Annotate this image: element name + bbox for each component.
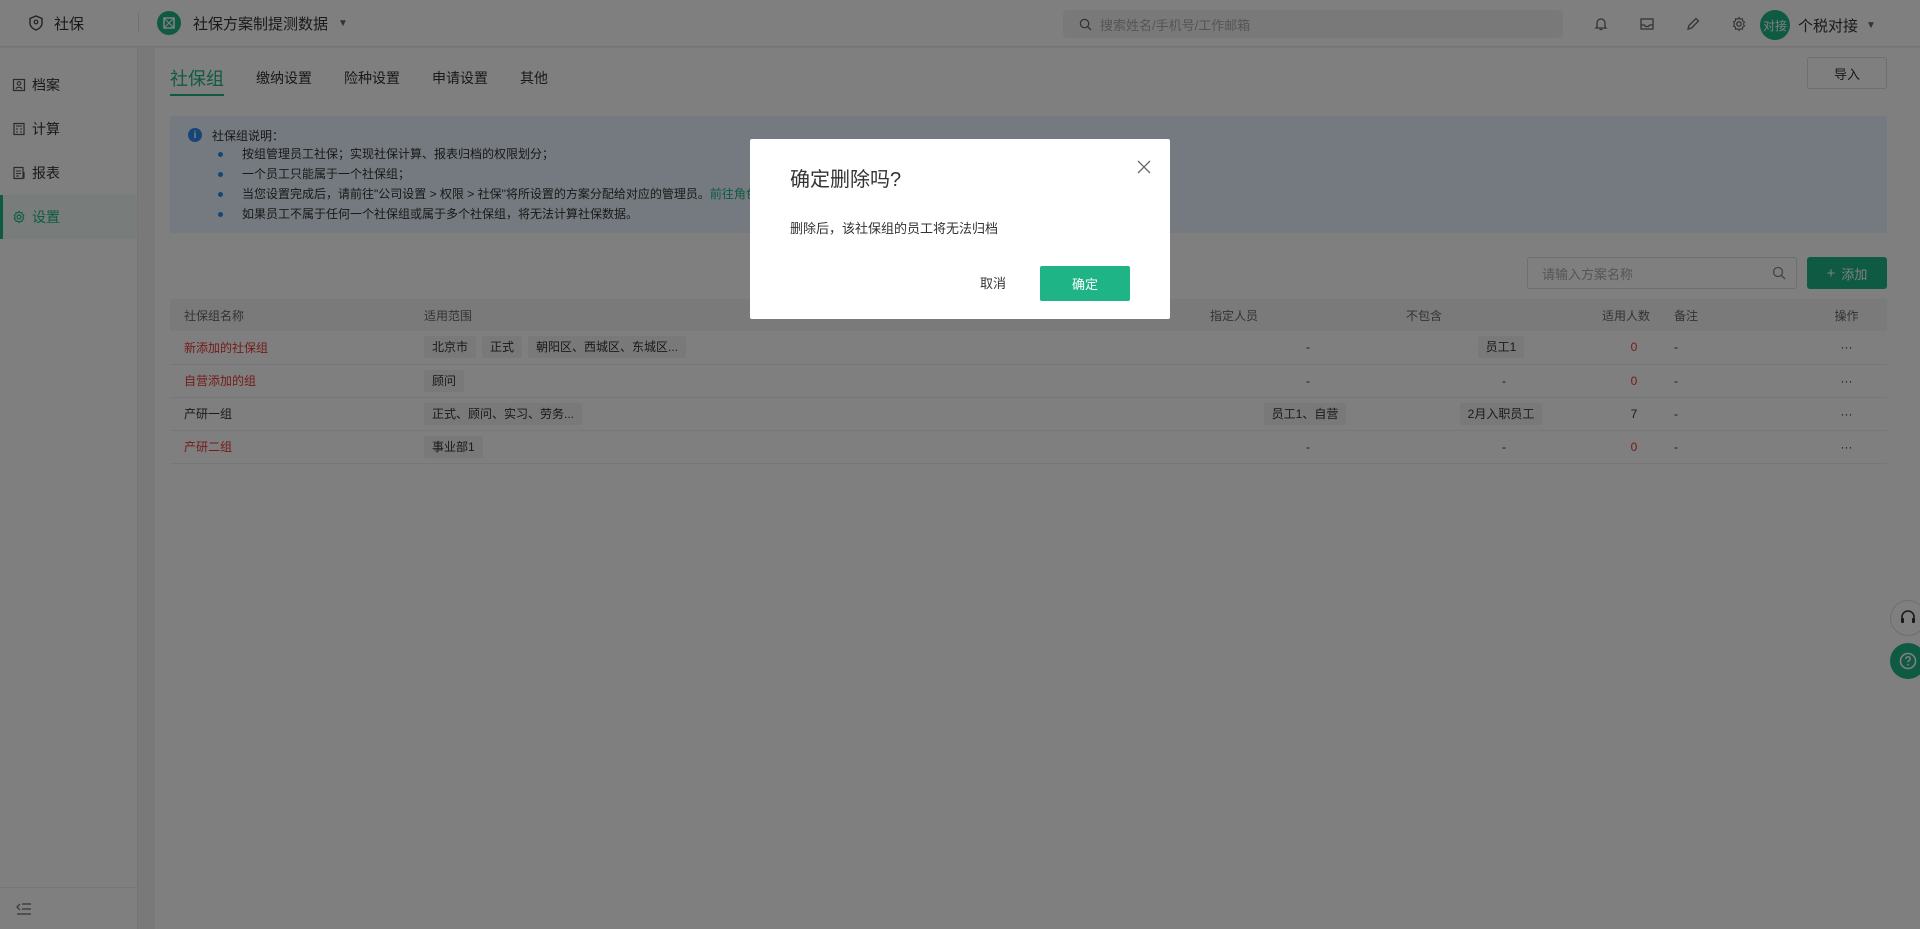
dialog-message: 删除后，该社保组的员工将无法归档	[790, 221, 999, 236]
confirm-delete-dialog: 确定删除吗? 删除后，该社保组的员工将无法归档 取消 确定	[750, 139, 1170, 319]
dialog-title: 确定删除吗?	[790, 169, 902, 191]
confirm-button[interactable]: 确定	[1040, 266, 1130, 301]
close-icon[interactable]	[1134, 157, 1154, 177]
cancel-button[interactable]: 取消	[958, 266, 1028, 298]
